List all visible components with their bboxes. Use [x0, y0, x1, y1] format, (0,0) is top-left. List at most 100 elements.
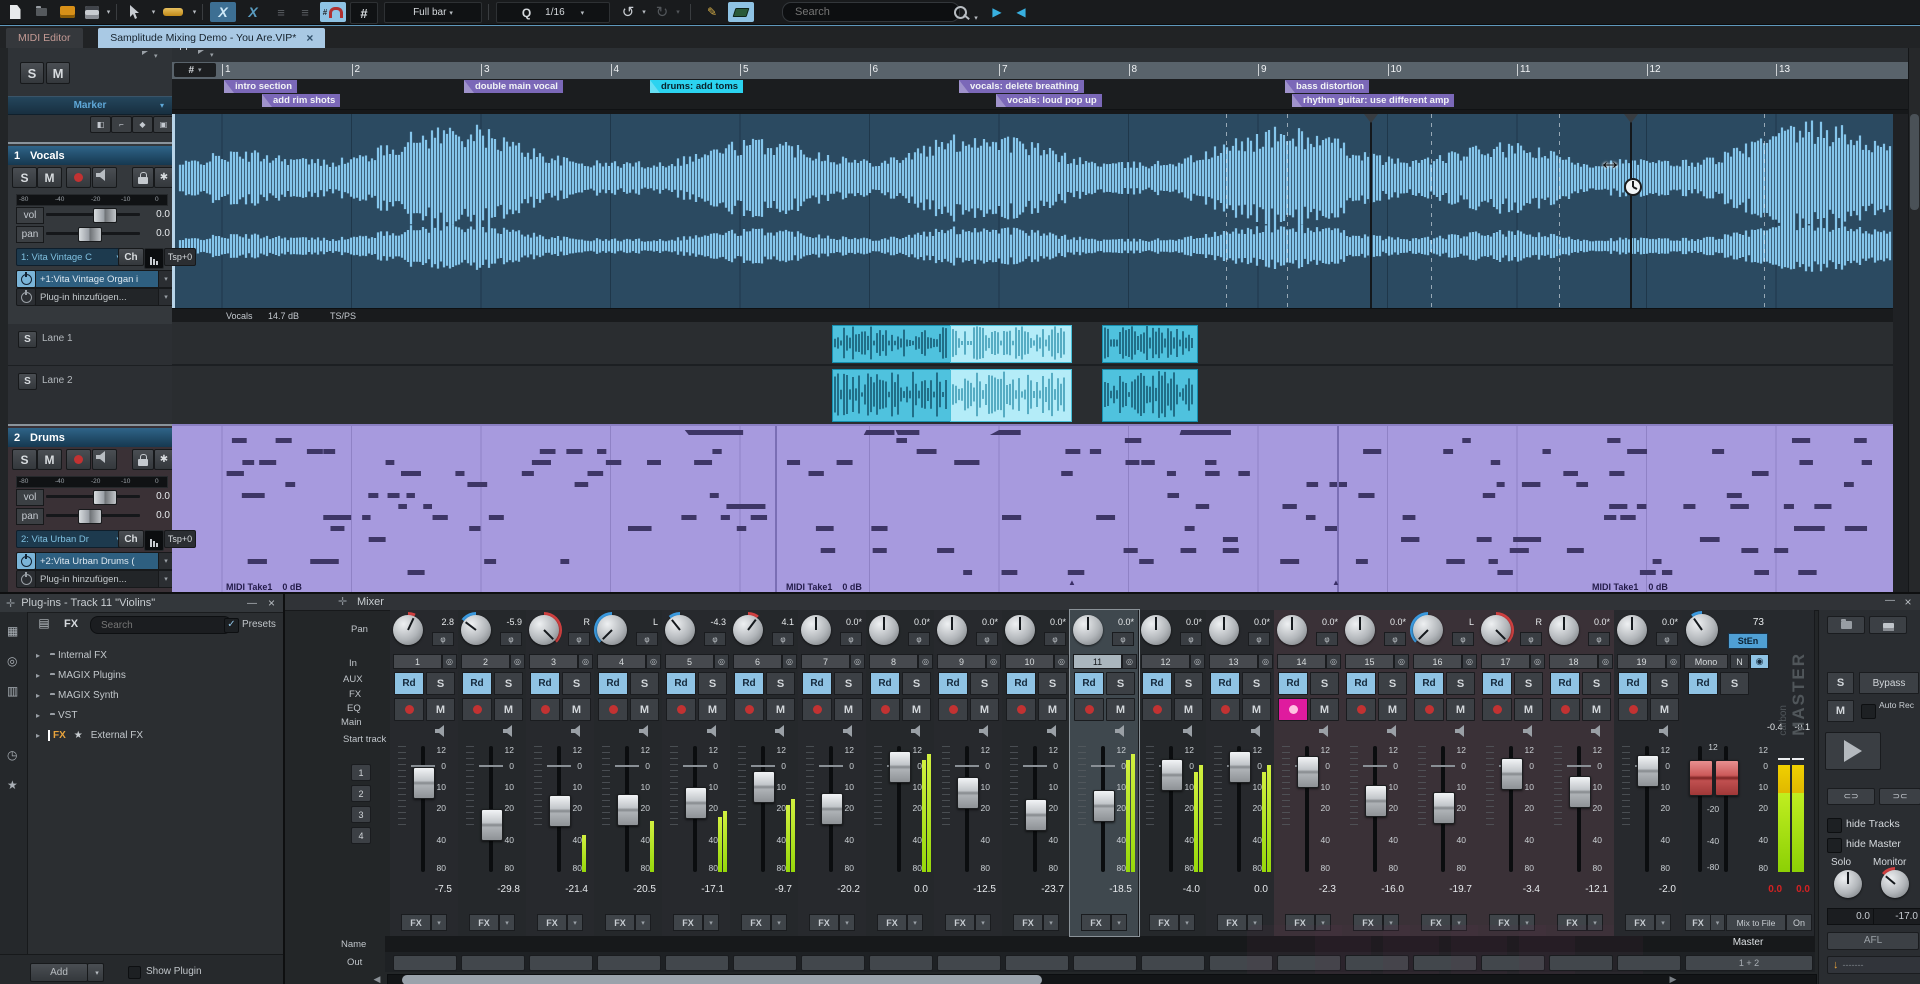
solo-button[interactable]: S: [426, 672, 455, 695]
pattern-tool-icon[interactable]: ▣: [153, 116, 174, 133]
plugin-tree-item[interactable]: ▸MAGIX Synth: [28, 686, 281, 704]
channel-fx-button[interactable]: FX: [1217, 914, 1247, 931]
channel-fx-chevron-icon[interactable]: ▾: [1519, 914, 1535, 931]
solo-button[interactable]: S: [1650, 672, 1679, 695]
start-track-button[interactable]: 3: [351, 806, 371, 823]
afl-button[interactable]: AFL: [1827, 932, 1919, 950]
input-routing-icon[interactable]: ◎: [1190, 654, 1205, 669]
input-routing-icon[interactable]: ◎: [850, 654, 865, 669]
mono-button[interactable]: Mono: [1684, 654, 1728, 669]
channel-output-button[interactable]: [529, 955, 593, 971]
channel-number-button[interactable]: 13: [1209, 654, 1258, 669]
phase-button[interactable]: φ: [636, 632, 658, 646]
object-mode-icon[interactable]: [728, 2, 754, 22]
channel-number-button[interactable]: 15: [1345, 654, 1394, 669]
pan-knob[interactable]: [1617, 615, 1647, 645]
track-star-icon[interactable]: ✱: [154, 167, 174, 188]
master-fx-chevron-icon[interactable]: ▾: [1710, 914, 1725, 931]
track-solo-button[interactable]: S: [12, 449, 37, 470]
mixer-channel-strip[interactable]: 0.0*φ18◎RdSM12010204080-12.1FX▾: [1546, 610, 1615, 936]
fader-handle[interactable]: [957, 777, 979, 809]
mixer-channel-strip[interactable]: Rφ3◎RdSM12010204080-21.4FX▾: [526, 610, 595, 936]
monitor-speaker-icon[interactable]: [1588, 724, 1608, 737]
mixer-channel-strip[interactable]: 0.0*φ12◎RdSM12010204080-4.0FX▾: [1138, 610, 1207, 936]
plugin-tree-item[interactable]: ▸MAGIX Plugins: [28, 666, 281, 684]
save-icon[interactable]: [82, 2, 102, 22]
history-icon[interactable]: ◷: [7, 748, 17, 762]
input-routing-icon[interactable]: ◎: [1054, 654, 1069, 669]
track-title-bar[interactable]: 2Drums: [8, 428, 172, 447]
channel-number-button[interactable]: 7: [801, 654, 850, 669]
record-arm-button[interactable]: [1346, 698, 1376, 721]
channel-number-button[interactable]: 19: [1617, 654, 1666, 669]
monitor-speaker-icon[interactable]: [1520, 724, 1540, 737]
vocals-track-region[interactable]: ↔: [172, 114, 1908, 308]
channel-fx-chevron-icon[interactable]: ▾: [1315, 914, 1331, 931]
channel-fx-chevron-icon[interactable]: ▾: [1655, 914, 1671, 931]
fader-handle[interactable]: [481, 809, 503, 841]
record-arm-button[interactable]: [1142, 698, 1172, 721]
read-automation-button[interactable]: Rd: [870, 672, 900, 695]
phase-button[interactable]: φ: [1384, 632, 1406, 646]
track-mute-button[interactable]: M: [37, 449, 62, 470]
solo-button[interactable]: S: [970, 672, 999, 695]
read-automation-button[interactable]: Rd: [1142, 672, 1172, 695]
channel-number-button[interactable]: 16: [1413, 654, 1462, 669]
channel-button[interactable]: Ch: [118, 530, 144, 548]
close-icon[interactable]: ×: [268, 596, 275, 610]
record-arm-button[interactable]: [802, 698, 832, 721]
channel-output-button[interactable]: [1617, 955, 1681, 971]
mixer-channel-strip[interactable]: 0.0*φ15◎RdSM12010204080-16.0FX▾: [1342, 610, 1411, 936]
mute-tool-icon[interactable]: ✎: [700, 2, 724, 22]
solo-button[interactable]: S: [630, 672, 659, 695]
range-marker-flag-icon[interactable]: [196, 50, 208, 61]
fader-handle[interactable]: [1093, 790, 1115, 822]
solo-button[interactable]: S: [1038, 672, 1067, 695]
channel-number-button[interactable]: 6: [733, 654, 782, 669]
input-routing-icon[interactable]: ◎: [1462, 654, 1477, 669]
tree-expand-icon[interactable]: ▸: [36, 711, 40, 720]
phase-button[interactable]: φ: [908, 632, 930, 646]
read-automation-button[interactable]: Rd: [938, 672, 968, 695]
channel-output-button[interactable]: [1277, 955, 1341, 971]
record-arm-button[interactable]: [1074, 698, 1104, 721]
mixer-channel-strip[interactable]: -5.9φ2◎RdSM12010204080-29.8FX▾: [458, 610, 527, 936]
read-automation-button[interactable]: Rd: [394, 672, 424, 695]
mute-button[interactable]: M: [1650, 698, 1679, 721]
channel-fx-chevron-icon[interactable]: ▾: [1383, 914, 1399, 931]
plugin-tree-item[interactable]: ▸FX★External FX: [28, 726, 281, 744]
channel-fx-button[interactable]: FX: [1353, 914, 1383, 931]
plugin-slot[interactable]: Plug-in hinzufügen...: [35, 570, 167, 588]
pan-knob[interactable]: [529, 615, 559, 645]
export-icon[interactable]: [56, 2, 78, 22]
pan-knob[interactable]: [1005, 615, 1035, 645]
mixer-channel-strip[interactable]: 0.0*φ13◎RdSM120102040800.0FX▾: [1206, 610, 1275, 936]
mixer-hscrollbar-thumb[interactable]: [402, 975, 1042, 984]
mixer-view-icon[interactable]: ▦: [7, 624, 18, 638]
track-record-button[interactable]: [66, 167, 91, 188]
instrument-select[interactable]: 1: Vita Vintage C▾: [16, 248, 124, 266]
input-routing-icon[interactable]: ◎: [1258, 654, 1273, 669]
range-handle-line[interactable]: [1630, 114, 1632, 308]
timeline-marker[interactable]: vocals: loud pop up: [996, 94, 1102, 107]
monitor-speaker-icon[interactable]: [568, 724, 588, 737]
monitor-speaker-icon[interactable]: [1316, 724, 1336, 737]
locate-prev-icon[interactable]: ◀: [1012, 2, 1030, 22]
fx-filter-button[interactable]: FX: [58, 616, 84, 633]
mixer-channel-strip[interactable]: 2.8φ1◎RdSM12010204080-7.5FX▾: [390, 610, 459, 936]
mixer-scroll-left-icon[interactable]: ◀: [371, 974, 383, 984]
pan-slider-handle[interactable]: [78, 227, 102, 242]
mute-button[interactable]: M: [970, 698, 999, 721]
channel-number-button[interactable]: 4: [597, 654, 646, 669]
channel-fx-button[interactable]: FX: [1081, 914, 1111, 931]
fader-handle[interactable]: [1433, 792, 1455, 824]
plugin-power-icon[interactable]: [16, 270, 36, 288]
track-lock-icon[interactable]: [132, 167, 154, 188]
channel-number-button[interactable]: 10: [1005, 654, 1054, 669]
stereo-enhancer-button[interactable]: StEn: [1728, 633, 1768, 649]
channel-button[interactable]: Ch: [118, 248, 144, 266]
monitor-speaker-icon[interactable]: [1656, 724, 1676, 737]
record-arm-button[interactable]: [870, 698, 900, 721]
mixer-channel-strip[interactable]: 0.0*φ9◎RdSM12010204080-12.5FX▾: [934, 610, 1003, 936]
monitor-speaker-icon[interactable]: [976, 724, 996, 737]
